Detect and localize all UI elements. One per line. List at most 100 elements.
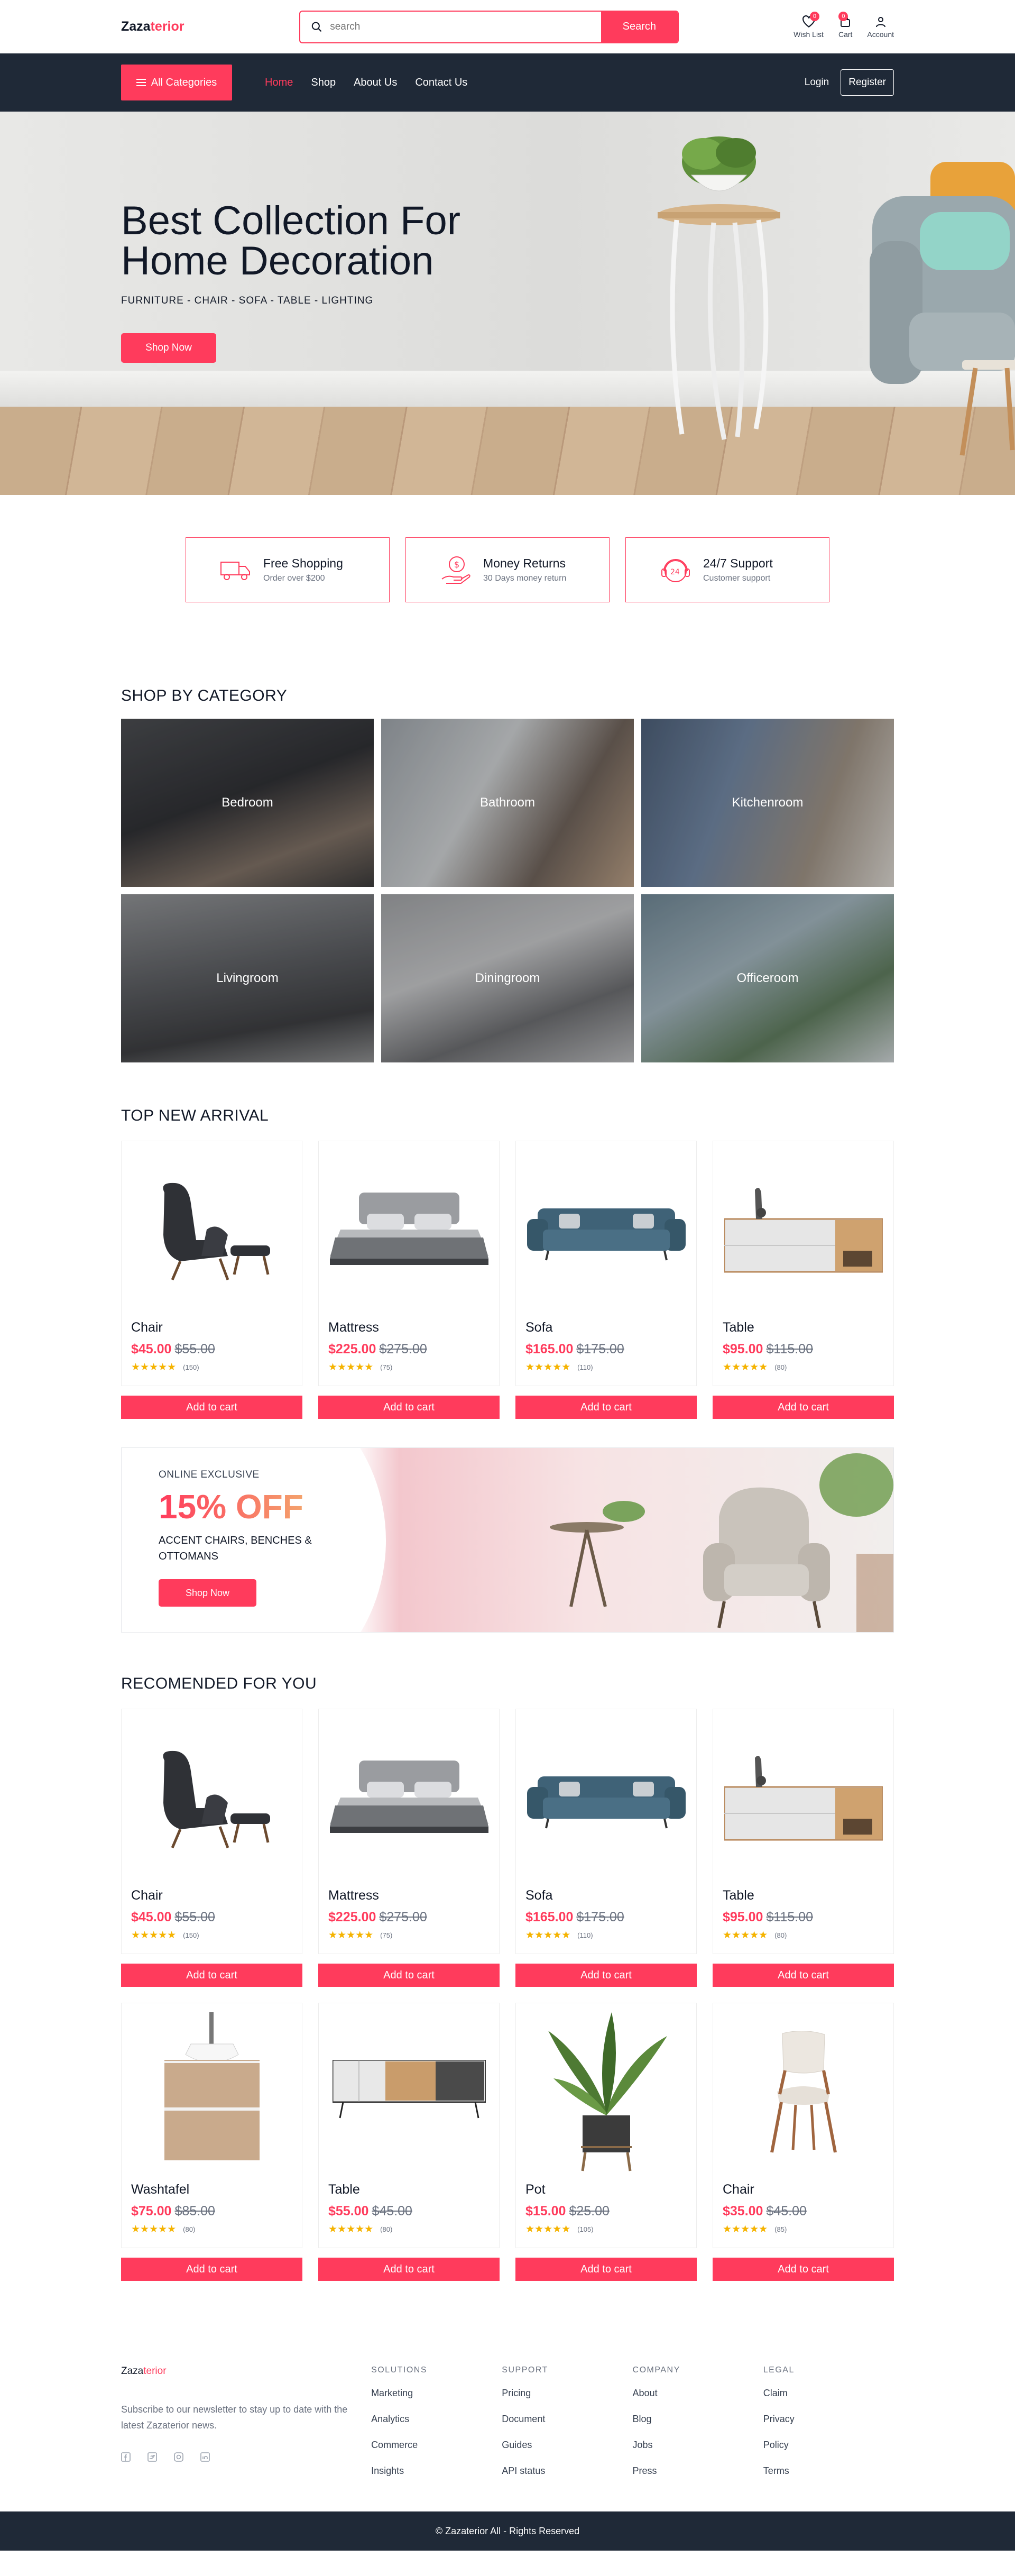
- product-name[interactable]: Washtafel: [131, 2182, 292, 2197]
- footer-link[interactable]: Jobs: [633, 2440, 763, 2451]
- product-rating: ★★★★★ (80): [723, 1929, 884, 1941]
- old-price: $55.00: [174, 1910, 215, 1924]
- product-rating: ★★★★★ (80): [723, 1361, 884, 1373]
- footer-logo[interactable]: Zazaterior: [121, 2366, 371, 2377]
- svg-text:24: 24: [670, 568, 680, 576]
- footer-link[interactable]: Marketing: [371, 2388, 502, 2399]
- add-to-cart-button[interactable]: Add to cart: [121, 1396, 302, 1419]
- add-to-cart-button[interactable]: Add to cart: [515, 1964, 697, 1987]
- product-name[interactable]: Mattress: [328, 1888, 490, 1903]
- product-name[interactable]: Table: [328, 2182, 490, 2197]
- search-button[interactable]: Search: [601, 11, 678, 42]
- footer-link[interactable]: About: [633, 2388, 763, 2399]
- footer-link[interactable]: Privacy: [763, 2414, 894, 2425]
- add-to-cart-button[interactable]: Add to cart: [318, 2258, 500, 2281]
- search-input[interactable]: [330, 21, 601, 33]
- twitter-icon[interactable]: [147, 2452, 157, 2462]
- footer-link[interactable]: Press: [633, 2465, 763, 2477]
- add-to-cart-button[interactable]: Add to cart: [515, 2258, 697, 2281]
- review-count: (110): [577, 1363, 593, 1371]
- footer-link[interactable]: Guides: [502, 2440, 632, 2451]
- nav-item-shop[interactable]: Shop: [311, 77, 336, 89]
- footer-column-support: SUPPORT Pricing Document Guides API stat…: [502, 2366, 632, 2491]
- product-card-table[interactable]: Table $95.00 $115.00 ★★★★★ (80) Add to car…: [713, 1709, 894, 1987]
- product-card-chair[interactable]: Chair $45.00 $55.00 ★★★★★ (150) Add to car…: [121, 1709, 302, 1987]
- current-price: $225.00: [328, 1910, 376, 1924]
- add-to-cart-button[interactable]: Add to cart: [713, 1964, 894, 1987]
- footer-link[interactable]: Policy: [763, 2440, 894, 2451]
- old-price: $55.00: [174, 1342, 215, 1356]
- add-to-cart-button[interactable]: Add to cart: [318, 1396, 500, 1419]
- category-section-title: SHOP BY CATEGORY: [121, 687, 288, 704]
- product-name[interactable]: Chair: [131, 1888, 292, 1903]
- promo-section: ONLINE EXCLUSIVE 15% OFF ACCENT CHAIRS, …: [121, 1447, 894, 1633]
- product-rating: ★★★★★ (150): [131, 1361, 292, 1373]
- product-card-table[interactable]: Table $95.00 $115.00 ★★★★★ (80) Add to car…: [713, 1141, 894, 1419]
- login-link[interactable]: Login: [805, 77, 829, 88]
- cart-link[interactable]: 0 Cart: [838, 11, 852, 39]
- product-price: $225.00 $275.00: [328, 1910, 490, 1925]
- add-to-cart-button[interactable]: Add to cart: [713, 1396, 894, 1419]
- instagram-icon[interactable]: [174, 2452, 183, 2462]
- account-link[interactable]: Account: [867, 15, 894, 39]
- all-categories-button[interactable]: All Categories: [121, 65, 232, 100]
- product-name[interactable]: Pot: [525, 2182, 687, 2197]
- wishlist-link[interactable]: 0 Wish List: [793, 11, 824, 39]
- logo[interactable]: Zazaterior: [121, 19, 184, 34]
- product-card-mattress[interactable]: Mattress $225.00 $275.00 ★★★★★ (75) Add to…: [318, 1141, 500, 1419]
- promo-kicker: ONLINE EXCLUSIVE: [159, 1469, 260, 1480]
- category-label: Diningroom: [475, 971, 540, 985]
- add-to-cart-button[interactable]: Add to cart: [121, 1964, 302, 1987]
- nav-item-about-us[interactable]: About Us: [354, 77, 397, 89]
- footer-link[interactable]: Commerce: [371, 2440, 502, 2451]
- register-button[interactable]: Register: [841, 69, 894, 96]
- product-card-chair[interactable]: Chair $35.00 $45.00 ★★★★★ (85) Add to cart: [713, 2003, 894, 2281]
- footer-column-title: LEGAL: [763, 2366, 795, 2375]
- stars-icon: ★★★★★: [525, 1930, 571, 1941]
- footer-link[interactable]: Insights: [371, 2465, 502, 2477]
- product-name[interactable]: Sofa: [525, 1320, 687, 1335]
- product-card-sofa[interactable]: Sofa $165.00 $175.00 ★★★★★ (110) Add to ca…: [515, 1141, 697, 1419]
- product-image: [131, 1141, 292, 1318]
- footer-link[interactable]: Claim: [763, 2388, 894, 2399]
- promo-shop-now-button[interactable]: Shop Now: [159, 1579, 256, 1607]
- lounge-chair-image: [163, 1750, 270, 1848]
- product-name[interactable]: Table: [723, 1888, 884, 1903]
- category-tile-bedroom[interactable]: Bedroom: [121, 719, 374, 887]
- nav-item-home[interactable]: Home: [265, 77, 293, 89]
- current-price: $95.00: [723, 1910, 763, 1924]
- promo-banner[interactable]: ONLINE EXCLUSIVE 15% OFF ACCENT CHAIRS, …: [121, 1447, 894, 1633]
- product-name[interactable]: Chair: [131, 1320, 292, 1335]
- add-to-cart-button[interactable]: Add to cart: [318, 1964, 500, 1987]
- product-name[interactable]: Sofa: [525, 1888, 687, 1903]
- hero-shop-now-button[interactable]: Shop Now: [121, 333, 216, 363]
- facebook-icon[interactable]: [121, 2452, 131, 2462]
- linkedin-icon[interactable]: [200, 2452, 210, 2462]
- add-to-cart-button[interactable]: Add to cart: [713, 2258, 894, 2281]
- footer-link[interactable]: Document: [502, 2414, 632, 2425]
- product-name[interactable]: Table: [723, 1320, 884, 1335]
- product-card-mattress[interactable]: Mattress $225.00 $275.00 ★★★★★ (75) Add to…: [318, 1709, 500, 1987]
- add-to-cart-button[interactable]: Add to cart: [121, 2258, 302, 2281]
- wishlist-label: Wish List: [793, 30, 824, 39]
- product-card-table[interactable]: Table $55.00 $45.00 ★★★★★ (80) Add to cart: [318, 2003, 500, 2281]
- product-card-pot[interactable]: Pot $15.00 $25.00 ★★★★★ (105) Add to cart: [515, 2003, 697, 2281]
- footer-link[interactable]: Blog: [633, 2414, 763, 2425]
- add-to-cart-button[interactable]: Add to cart: [515, 1396, 697, 1419]
- product-card-sofa[interactable]: Sofa $165.00 $175.00 ★★★★★ (110) Add to ca…: [515, 1709, 697, 1987]
- footer-link[interactable]: Pricing: [502, 2388, 632, 2399]
- footer-link[interactable]: Analytics: [371, 2414, 502, 2425]
- category-tile-kitchenroom[interactable]: Kitchenroom: [641, 719, 894, 887]
- footer-link[interactable]: API status: [502, 2465, 632, 2477]
- nav-item-contact-us[interactable]: Contact Us: [415, 77, 467, 89]
- product-name[interactable]: Mattress: [328, 1320, 490, 1335]
- category-tile-bathroom[interactable]: Bathroom: [381, 719, 634, 887]
- product-name[interactable]: Chair: [723, 2182, 884, 2197]
- footer-link[interactable]: Terms: [763, 2465, 894, 2477]
- category-tile-diningroom[interactable]: Diningroom: [381, 894, 634, 1062]
- category-tile-officeroom[interactable]: Officeroom: [641, 894, 894, 1062]
- product-card-washtafel[interactable]: Washtafel $75.00 $85.00 ★★★★★ (80) Add to …: [121, 2003, 302, 2281]
- product-card-chair[interactable]: Chair $45.00 $55.00 ★★★★★ (150) Add to car…: [121, 1141, 302, 1419]
- category-tile-livingroom[interactable]: Livingroom: [121, 894, 374, 1062]
- potted-plant-image: [548, 2012, 667, 2171]
